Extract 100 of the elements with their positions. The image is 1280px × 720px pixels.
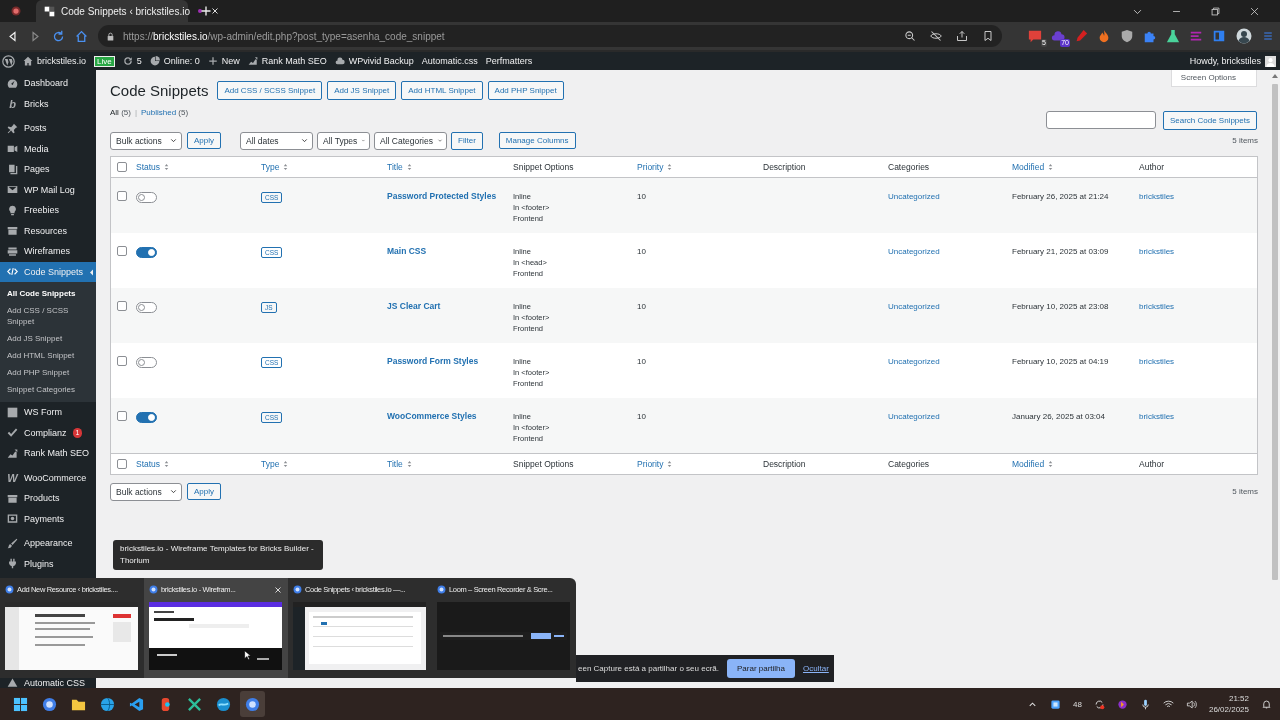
snippet-title-link[interactable]: Password Protected Styles (387, 191, 497, 201)
sidebar-item[interactable]: Rank Math SEO (0, 443, 96, 464)
snippet-title-link[interactable]: WooCommerce Styles (387, 411, 477, 421)
status-toggle[interactable] (136, 247, 157, 258)
address-bar[interactable]: https://brickstiles.io/wp-admin/edit.php?post_type=asenha_code_snippet (98, 25, 1002, 47)
sidebar-item[interactable]: Media (0, 138, 96, 159)
category-link[interactable]: Uncategorized (888, 246, 940, 256)
submenu-item[interactable]: Snippet Categories (0, 381, 96, 398)
status-toggle[interactable] (136, 357, 157, 368)
sidebar-item[interactable]: Wireframes (0, 241, 96, 262)
sidebar-item[interactable]: Payments (0, 508, 96, 529)
sidebar-item[interactable]: Appearance (0, 533, 96, 554)
column-header[interactable]: Priority (637, 162, 664, 172)
column-header[interactable]: Status (136, 459, 161, 469)
apply-button[interactable]: Apply (187, 132, 221, 149)
category-link[interactable]: Uncategorized (888, 411, 940, 421)
admin-bar-link[interactable]: WPvivid Backup (348, 56, 414, 66)
row-checkbox[interactable] (117, 301, 127, 311)
dropdown[interactable]: All dates (240, 131, 313, 150)
author-link[interactable]: brickstiles (1139, 411, 1175, 421)
column-header[interactable]: Type (261, 162, 280, 172)
apply-button[interactable]: Apply (187, 483, 221, 500)
sidebar-item[interactable]: Pages (0, 159, 96, 180)
submenu-item[interactable]: Add HTML Snippet (0, 347, 96, 364)
online-status[interactable]: Online: 0 (163, 56, 200, 66)
add-snippet-button[interactable]: Add JS Snippet (327, 81, 397, 100)
status-toggle[interactable] (136, 302, 157, 313)
sidebar-item[interactable]: Automatic CSS (0, 674, 96, 688)
add-snippet-button[interactable]: Add PHP Snippet (487, 81, 564, 100)
column-header[interactable]: Priority (637, 459, 664, 469)
snippet-title-link[interactable]: Main CSS (387, 246, 427, 256)
author-link[interactable]: brickstiles (1139, 191, 1175, 201)
manage-columns-button[interactable]: Manage Columns (498, 132, 576, 149)
select-all-checkbox[interactable] (117, 162, 127, 172)
sidebar-item[interactable]: WP Mail Log (0, 179, 96, 200)
sidebar-item[interactable]: Posts (0, 118, 96, 139)
status-filter-link[interactable]: All (5) (110, 108, 131, 117)
author-link[interactable]: brickstiles (1139, 356, 1175, 366)
sidebar-item[interactable]: Plugins (0, 553, 96, 574)
snippet-title-link[interactable]: Password Form Styles (387, 356, 479, 366)
sidebar-item[interactable]: Code Snippets (0, 261, 96, 282)
add-snippet-button[interactable]: Add CSS / SCSS Snippet (217, 81, 323, 100)
author-link[interactable]: brickstiles (1139, 301, 1175, 311)
status-toggle[interactable] (136, 412, 157, 423)
dropdown[interactable]: Bulk actions (110, 482, 182, 501)
sidebar-item[interactable]: W WooCommerce (0, 467, 96, 488)
sidebar-item[interactable]: Products (0, 488, 96, 509)
row-checkbox[interactable] (117, 411, 127, 421)
submenu-item[interactable]: Add JS Snippet (0, 330, 96, 347)
category-link[interactable]: Uncategorized (888, 301, 940, 311)
column-header[interactable]: Modified (1012, 459, 1045, 469)
archive-box-icon (7, 492, 18, 504)
snippet-title-link[interactable]: JS Clear Cart (387, 301, 441, 311)
updates-count[interactable]: 5 (136, 56, 142, 66)
admin-bar-link[interactable]: Automatic.css (421, 56, 478, 66)
sidebar-item[interactable]: Dashboard (0, 73, 96, 94)
select-all-checkbox[interactable] (117, 459, 127, 469)
screen-options-tab[interactable]: Screen Options (1170, 70, 1257, 87)
site-name-link[interactable]: brickstiles.io (37, 56, 86, 66)
category-link[interactable]: Uncategorized (888, 356, 940, 366)
sidebar-item[interactable]: b Bricks (0, 93, 96, 114)
submenu-item[interactable]: All Code Snippets (0, 285, 96, 302)
dropdown[interactable]: All Types (317, 131, 370, 150)
search-field[interactable] (1045, 111, 1156, 129)
column-header[interactable]: Type (261, 459, 280, 469)
row-checkbox[interactable] (117, 356, 127, 366)
sidebar-item[interactable]: Resources (0, 220, 96, 241)
add-snippet-button[interactable]: Add HTML Snippet (401, 81, 483, 100)
author-link[interactable]: brickstiles (1139, 246, 1175, 256)
app-tray-icon (1116, 698, 1128, 710)
search-button[interactable]: Search Code Snippets (1162, 111, 1257, 130)
admin-bar-link[interactable]: Rank Math SEO (261, 56, 327, 66)
filter-button[interactable]: Filter (451, 131, 483, 150)
submenu-item[interactable]: Add PHP Snippet (0, 364, 96, 381)
admin-bar-link[interactable]: Perfmatters (485, 56, 533, 66)
stop-sharing-button[interactable]: Parar partilha (727, 659, 795, 678)
sidebar-item[interactable]: WS Form (0, 402, 96, 423)
column-header[interactable]: Title (387, 459, 403, 469)
status-toggle[interactable] (136, 192, 157, 203)
row-checkbox[interactable] (117, 191, 127, 201)
clock[interactable]: 21:52 26/02/2025 (1208, 693, 1249, 715)
wave-app-icon (216, 696, 231, 712)
dropdown[interactable]: Bulk actions (110, 131, 182, 150)
column-header[interactable]: Status (136, 162, 161, 172)
back-icon (6, 29, 19, 43)
submenu-item[interactable]: Add CSS / SCSS Snippet (0, 302, 96, 330)
close-icon (1249, 5, 1260, 17)
taskbar-app[interactable] (240, 691, 265, 717)
account-greeting[interactable]: Howdy, brickstiles (1189, 56, 1261, 66)
column-header[interactable]: Title (387, 162, 403, 172)
modified-date: January 26, 2025 at 03:04 (1012, 411, 1105, 421)
hide-link[interactable]: Ocultar (803, 664, 829, 673)
dropdown[interactable]: All Categories (374, 131, 447, 150)
status-filter-link[interactable]: Published (5) (141, 108, 189, 117)
weather-temperature[interactable]: 48 (1073, 699, 1082, 709)
sidebar-item[interactable]: Freebies (0, 200, 96, 221)
row-checkbox[interactable] (117, 246, 127, 256)
new-content-link[interactable]: New (221, 56, 240, 66)
column-header[interactable]: Modified (1012, 162, 1045, 172)
category-link[interactable]: Uncategorized (888, 191, 940, 201)
